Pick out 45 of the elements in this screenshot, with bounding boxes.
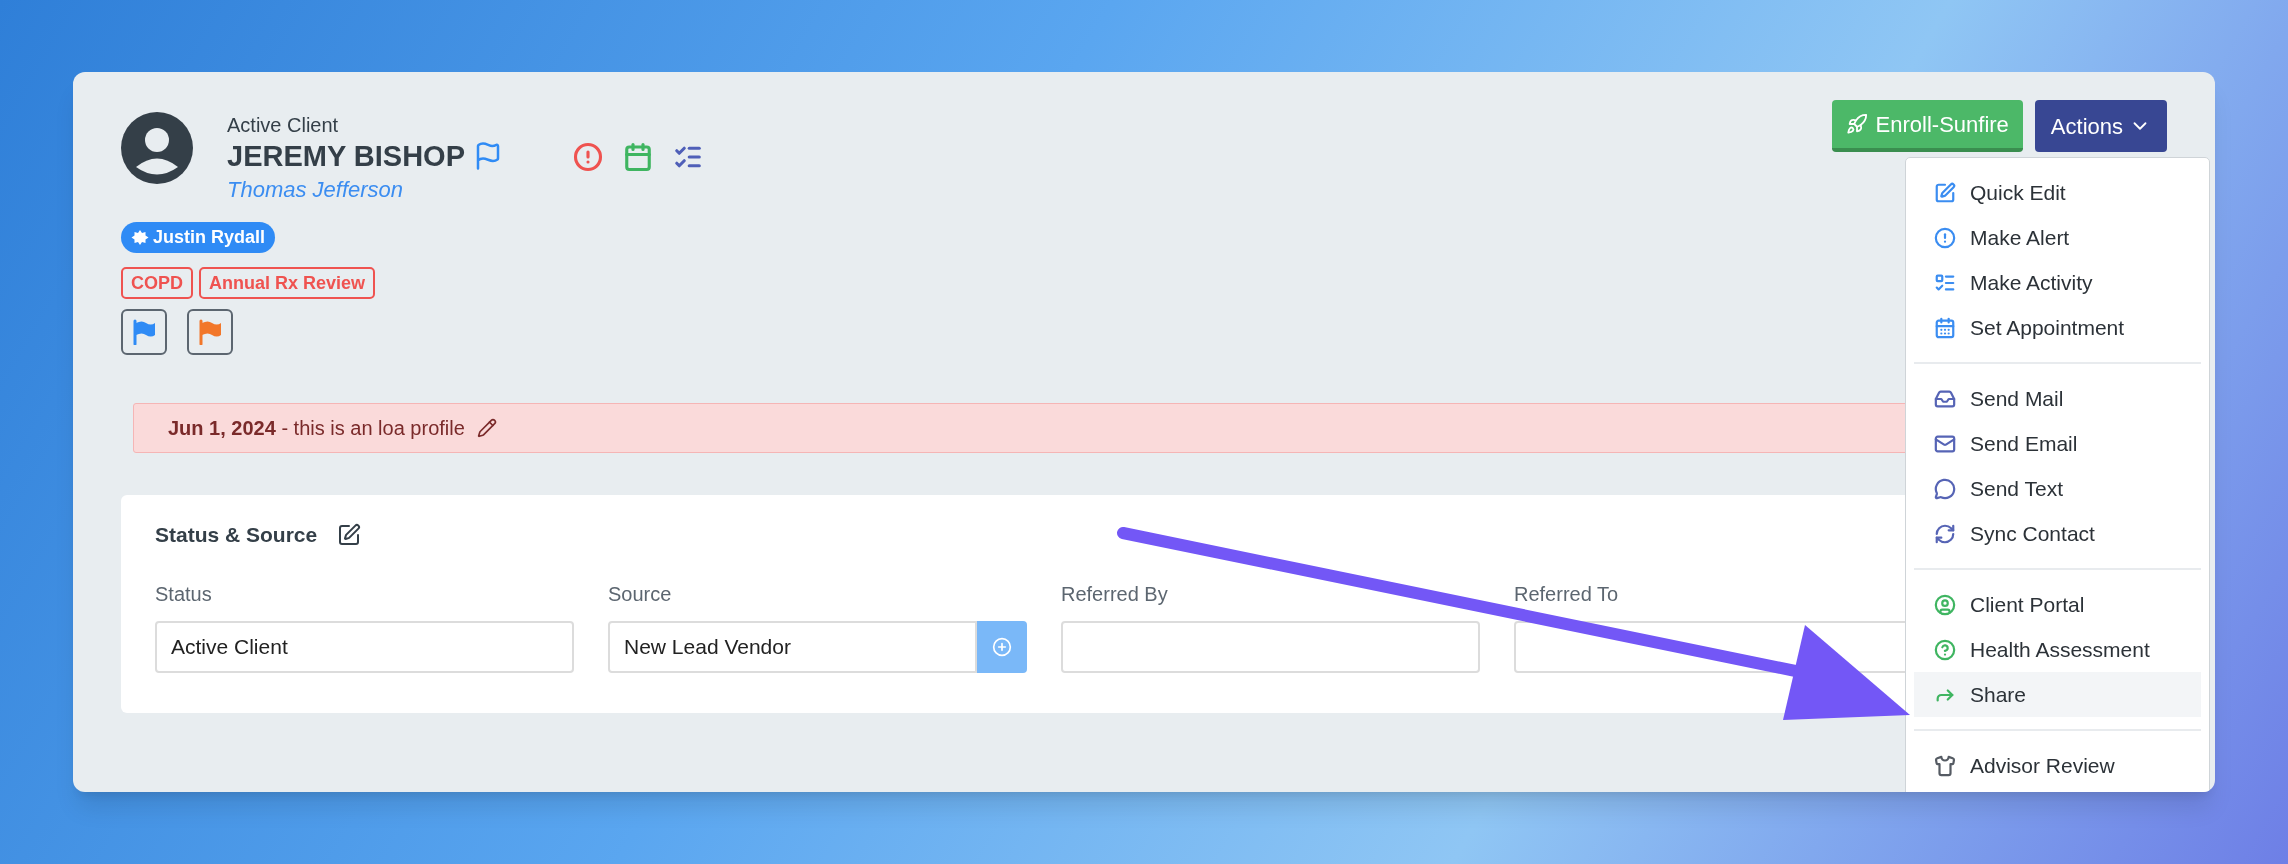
field-label: Source bbox=[608, 581, 673, 607]
alert-icon bbox=[1934, 226, 1956, 249]
user-avatar-icon bbox=[121, 112, 193, 184]
user-icon bbox=[1934, 593, 1956, 616]
help-icon bbox=[1934, 638, 1956, 661]
edit-icon[interactable] bbox=[337, 522, 362, 547]
menu-item[interactable]: Make Alert bbox=[1914, 215, 2201, 260]
edit-icon[interactable] bbox=[476, 418, 497, 438]
field-label: Referred To bbox=[1514, 581, 1620, 607]
field-label: Referred By bbox=[1061, 581, 1169, 607]
plus-icon bbox=[992, 636, 1012, 657]
tag: Annual Rx Review bbox=[199, 267, 376, 299]
badge-icon bbox=[131, 228, 149, 247]
text-field[interactable] bbox=[1061, 620, 1480, 673]
card-title: Status & Source bbox=[155, 522, 318, 548]
text-field[interactable]: Active Client bbox=[155, 620, 574, 673]
chat-bubble-icon bbox=[1934, 477, 1956, 500]
actions-button[interactable]: Actions bbox=[2034, 100, 2167, 152]
menu-item[interactable]: Client Portal bbox=[1914, 582, 2201, 627]
client-status: Active Client bbox=[227, 113, 340, 138]
menu-item[interactable]: Quick Edit bbox=[1914, 170, 2201, 215]
menu-item[interactable]: Send Email bbox=[1914, 421, 2201, 466]
alert-icon[interactable] bbox=[573, 142, 603, 172]
menu-item[interactable]: Health Assessment bbox=[1914, 627, 2201, 672]
menu-item[interactable]: Make Activity bbox=[1914, 260, 2201, 305]
menu-item[interactable]: Set Appointment bbox=[1914, 305, 2201, 350]
client-name: JEREMY BISHOP bbox=[227, 139, 465, 174]
agent-badge: Justin Rydall bbox=[121, 222, 276, 253]
menu-item[interactable]: Advisor Review bbox=[1914, 743, 2201, 788]
flag-button[interactable] bbox=[187, 309, 233, 355]
field-label: Status bbox=[155, 581, 213, 607]
flag-button[interactable] bbox=[121, 309, 167, 355]
sync-icon bbox=[1934, 522, 1956, 545]
tag: COPD bbox=[121, 267, 193, 299]
menu-item[interactable]: Sync Contact bbox=[1914, 511, 2201, 556]
rocket-icon bbox=[1845, 113, 1868, 135]
menu-item[interactable]: Send Text bbox=[1914, 466, 2201, 511]
source-field[interactable]: New Lead Vendor bbox=[608, 620, 977, 673]
shirt-icon bbox=[1934, 754, 1956, 777]
note-text: Jun 1, 2024 - this is an loa profile bbox=[168, 416, 465, 441]
client-subtitle: Thomas Jefferson bbox=[227, 176, 405, 204]
calendar-icon bbox=[1934, 316, 1956, 339]
menu-item[interactable]: Share bbox=[1914, 672, 2201, 717]
edit-icon bbox=[1934, 181, 1956, 204]
menu-item[interactable]: Send Mail bbox=[1914, 376, 2201, 421]
